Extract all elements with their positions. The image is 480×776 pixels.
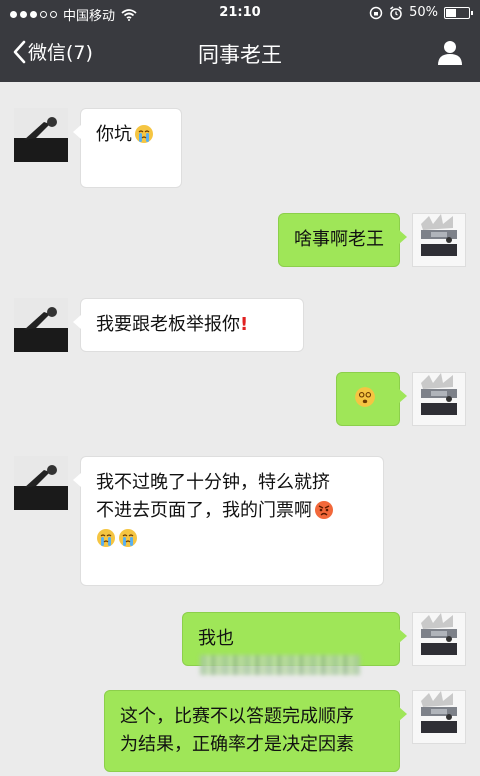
avatar[interactable] bbox=[412, 690, 466, 744]
avatar[interactable] bbox=[412, 612, 466, 666]
avatar[interactable] bbox=[14, 108, 68, 162]
message-text-line: 我不过晚了十分钟，特么就挤 bbox=[96, 472, 330, 493]
crying-emoji-icon bbox=[97, 529, 115, 547]
message-text: 啥事啊老王 bbox=[294, 229, 384, 250]
redacted-text bbox=[200, 655, 360, 675]
rotation-lock-icon bbox=[369, 6, 383, 19]
exclamation-mark-icon: ! bbox=[240, 314, 249, 335]
message-text: 我也 bbox=[198, 628, 234, 649]
nav-bar: 微信(7) 同事老王 bbox=[0, 26, 480, 82]
alarm-icon bbox=[390, 5, 403, 20]
message-text-line: 不进去页面了，我的门票啊 bbox=[96, 500, 312, 521]
dizzy-face-emoji-icon bbox=[355, 387, 375, 407]
message-bubble[interactable]: 我也 bbox=[182, 612, 407, 675]
avatar[interactable] bbox=[412, 213, 466, 267]
crying-emoji-icon bbox=[119, 529, 137, 547]
angry-face-emoji-icon bbox=[315, 501, 333, 519]
avatar[interactable] bbox=[14, 298, 68, 352]
status-right: 50% bbox=[369, 5, 473, 20]
message-bubble[interactable]: 我不过晚了十分钟，特么就挤 不进去页面了，我的门票啊 bbox=[73, 456, 384, 586]
chat-area[interactable]: 你坑 啥事啊老王 我要跟老板举报你! 我不过晚了十分钟，特么就挤 不进去页面了，… bbox=[0, 82, 480, 776]
message-bubble[interactable]: 我要跟老板举报你! bbox=[73, 298, 304, 352]
battery-percent: 50% bbox=[409, 5, 438, 20]
message-bubble[interactable]: 啥事啊老王 bbox=[278, 213, 407, 267]
crying-emoji-icon bbox=[135, 125, 153, 143]
chat-title: 同事老王 bbox=[198, 43, 282, 67]
message-bubble[interactable]: 这个，比赛不以答题完成顺序 为结果，正确率才是决定因素 bbox=[104, 690, 407, 772]
message-text-line: 这个，比赛不以答题完成顺序 bbox=[120, 706, 354, 727]
message-text-line: 为结果，正确率才是决定因素 bbox=[120, 734, 354, 755]
battery-icon bbox=[444, 6, 473, 19]
top-bar: 中国移动 21:10 50% 微信(7) 同事老王 bbox=[0, 0, 480, 82]
message-bubble[interactable]: 你坑 bbox=[73, 108, 182, 188]
profile-icon[interactable] bbox=[436, 38, 464, 66]
message-text: 你坑 bbox=[96, 124, 132, 145]
message-bubble[interactable] bbox=[336, 372, 407, 426]
avatar[interactable] bbox=[412, 372, 466, 426]
wechat-chat-screen: 中国移动 21:10 50% 微信(7) 同事老王 你坑 啥事啊老王 我要跟老板… bbox=[0, 0, 480, 776]
avatar[interactable] bbox=[14, 456, 68, 510]
message-text: 我要跟老板举报你 bbox=[96, 314, 240, 335]
status-bar: 中国移动 21:10 50% bbox=[0, 0, 480, 26]
